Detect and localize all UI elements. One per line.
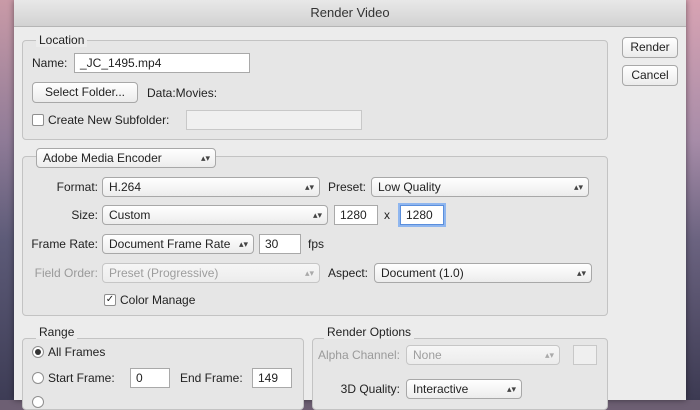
start-frame-input[interactable]: 0 [130, 368, 170, 388]
render-options-legend: Render Options [324, 325, 415, 339]
aspect-label: Aspect: [327, 266, 368, 280]
name-input[interactable]: _JC_1495.mp4 [74, 53, 250, 73]
select-folder-button[interactable]: Select Folder... [32, 82, 138, 103]
chevron-updown-icon: ▴▾ [312, 210, 322, 220]
end-frame-label: End Frame: [180, 371, 243, 385]
preset-value: Low Quality [378, 180, 441, 194]
chevron-updown-icon: ▴▾ [200, 153, 210, 163]
subfolder-input[interactable] [186, 110, 362, 130]
chevron-updown-icon: ▴▾ [304, 182, 314, 192]
fps-unit: fps [308, 237, 325, 251]
field-order-select[interactable]: Preset (Progressive) ▴▾ [102, 263, 320, 283]
chevron-updown-icon: ▴▾ [544, 350, 554, 360]
folder-path: Data:Movies: [147, 86, 218, 100]
size-separator: x [384, 208, 390, 222]
render-video-dialog: Render Video Render Cancel Location Name… [14, 0, 686, 410]
field-order-value: Preset (Progressive) [109, 266, 219, 280]
chevron-updown-icon: ▴▾ [238, 239, 248, 249]
end-frame-input[interactable]: 149 [252, 368, 292, 388]
fps-input[interactable]: 30 [259, 234, 301, 254]
create-subfolder-label: Create New Subfolder: [48, 113, 170, 127]
render-button[interactable]: Render [622, 37, 678, 58]
aspect-select[interactable]: Document (1.0) ▴▾ [374, 263, 592, 283]
chevron-updown-icon: ▴▾ [576, 268, 586, 278]
alpha-channel-value: None [413, 348, 442, 362]
alpha-channel-label: Alpha Channel: [317, 348, 400, 362]
work-area-radio[interactable] [32, 396, 44, 408]
cancel-button[interactable]: Cancel [622, 65, 678, 86]
aspect-value: Document (1.0) [381, 266, 464, 280]
format-label: Format: [56, 180, 98, 194]
alpha-channel-select[interactable]: None ▴▾ [406, 345, 560, 365]
start-frame-radio[interactable] [32, 372, 44, 384]
dialog-title: Render Video [14, 0, 686, 27]
all-frames-label: All Frames [48, 345, 106, 359]
create-subfolder-checkbox[interactable] [32, 114, 44, 126]
check-icon: ✓ [105, 294, 115, 305]
location-legend: Location [36, 33, 88, 47]
size-value: Custom [109, 208, 151, 222]
name-label: Name: [32, 56, 68, 70]
color-manage-label: Color Manage [120, 293, 196, 307]
format-select[interactable]: H.264 ▴▾ [102, 177, 320, 197]
alpha-color-swatch[interactable] [573, 345, 597, 365]
size-select[interactable]: Custom ▴▾ [102, 205, 328, 225]
3d-quality-select[interactable]: Interactive ▴▾ [406, 379, 522, 399]
height-input[interactable]: 1280 [400, 205, 444, 225]
frame-rate-value: Document Frame Rate [109, 237, 231, 251]
3d-quality-label: 3D Quality: [340, 382, 400, 396]
format-value: H.264 [109, 180, 142, 194]
range-legend: Range [36, 325, 78, 339]
frame-rate-label: Frame Rate: [31, 237, 98, 251]
chevron-updown-icon: ▴▾ [304, 268, 314, 278]
preset-select[interactable]: Low Quality ▴▾ [371, 177, 589, 197]
encoder-value: Adobe Media Encoder [43, 151, 162, 165]
preset-label: Preset: [327, 180, 366, 194]
size-label: Size: [71, 208, 98, 222]
3d-quality-value: Interactive [413, 382, 469, 396]
width-input[interactable]: 1280 [334, 205, 378, 225]
encoder-select[interactable]: Adobe Media Encoder ▴▾ [36, 148, 216, 168]
chevron-updown-icon: ▴▾ [506, 384, 516, 394]
chevron-updown-icon: ▴▾ [573, 182, 583, 192]
color-manage-checkbox[interactable]: ✓ [104, 294, 116, 306]
field-order-label: Field Order: [34, 266, 98, 280]
all-frames-radio[interactable] [32, 346, 44, 358]
frame-rate-select[interactable]: Document Frame Rate ▴▾ [102, 234, 254, 254]
start-frame-label: Start Frame: [48, 371, 115, 385]
